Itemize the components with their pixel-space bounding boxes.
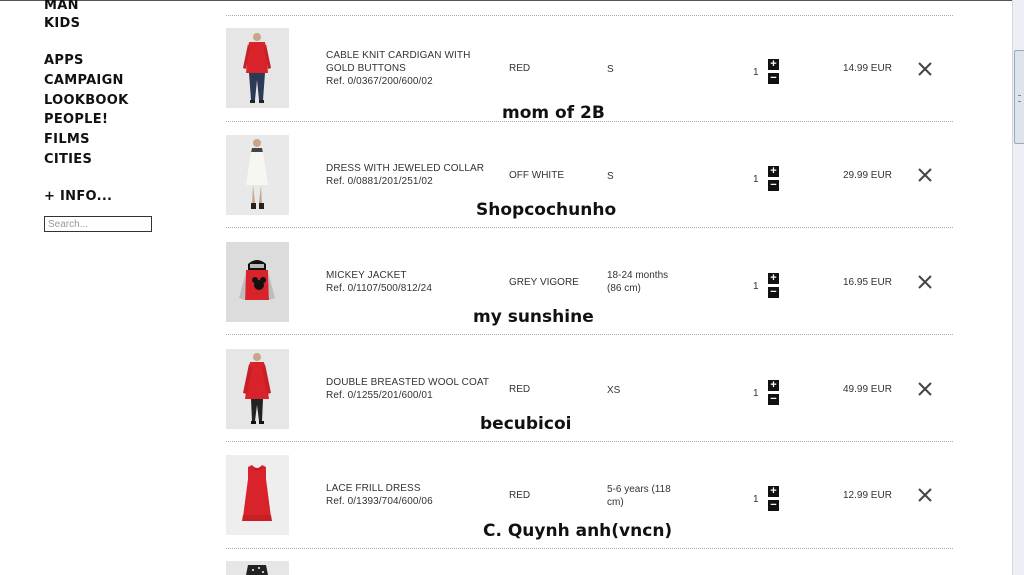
- product-size: S: [607, 171, 614, 182]
- product-color: OFF WHITE: [509, 170, 564, 181]
- product-image[interactable]: [226, 135, 289, 215]
- row-divider: [226, 227, 953, 228]
- product-ref: Ref. 0/0881/201/251/02: [326, 176, 433, 187]
- product-quantity: 1: [753, 494, 759, 505]
- overlay-caption: mom of 2B: [502, 103, 605, 123]
- product-quantity: 1: [753, 67, 759, 78]
- remove-item-button[interactable]: [917, 381, 933, 397]
- product-quantity: 1: [753, 281, 759, 292]
- product-description: DRESS WITH JEWELED COLLAR Ref. 0/0881/20…: [326, 162, 484, 188]
- product-ref: Ref. 0/1255/201/600/01: [326, 390, 433, 401]
- close-icon: [918, 382, 932, 396]
- product-image[interactable]: [226, 242, 289, 322]
- product-ref: Ref. 0/1393/704/600/06: [326, 496, 433, 507]
- quantity-increase-button[interactable]: +: [768, 486, 779, 497]
- quantity-decrease-button[interactable]: −: [768, 394, 779, 405]
- product-price: 14.99 EUR: [843, 63, 892, 74]
- cart-row: DOUBLE BREASTED WOOL COAT Ref. 0/1255/20…: [226, 349, 953, 455]
- overlay-caption: Shopcochunho: [476, 200, 617, 220]
- product-color: RED: [509, 490, 531, 501]
- quantity-increase-button[interactable]: +: [768, 59, 779, 70]
- cart-row: [226, 561, 953, 575]
- quantity-increase-button[interactable]: +: [768, 380, 779, 391]
- cart-row: MICKEY JACKET Ref. 0/1107/500/812/24 GRE…: [226, 242, 953, 348]
- vertical-scrollbar[interactable]: [1012, 0, 1024, 575]
- product-ref: Ref. 0/1107/500/812/24: [326, 283, 432, 294]
- product-color: RED: [509, 63, 531, 74]
- remove-item-button[interactable]: [917, 487, 933, 503]
- cart-row: DRESS WITH JEWELED COLLAR Ref. 0/0881/20…: [226, 135, 953, 241]
- search-input[interactable]: [44, 216, 152, 232]
- row-divider: [226, 334, 953, 335]
- product-size: S: [607, 64, 614, 75]
- quantity-decrease-button[interactable]: −: [768, 500, 779, 511]
- quantity-decrease-button[interactable]: −: [768, 287, 779, 298]
- remove-item-button[interactable]: [917, 61, 933, 77]
- nav-link-lookbook[interactable]: LOOKBOOK: [44, 91, 128, 111]
- product-name: DRESS WITH JEWELED COLLAR: [326, 163, 485, 174]
- close-icon: [918, 168, 932, 182]
- product-description: MICKEY JACKET Ref. 0/1107/500/812/24: [326, 269, 432, 295]
- row-divider: [226, 15, 953, 16]
- product-name: MICKEY JACKET: [326, 270, 407, 281]
- product-color: GREY VIGORE: [509, 277, 579, 288]
- close-icon: [918, 488, 932, 502]
- quantity-decrease-button[interactable]: −: [768, 180, 779, 191]
- nav-link-apps[interactable]: APPS: [44, 51, 128, 71]
- product-image[interactable]: [226, 28, 289, 108]
- quantity-increase-button[interactable]: +: [768, 273, 779, 284]
- product-ref: Ref. 0/0367/200/600/02: [326, 76, 433, 87]
- quantity-decrease-button[interactable]: −: [768, 73, 779, 84]
- product-name: CABLE KNIT CARDIGAN WITH GOLD BUTTONS: [326, 50, 471, 74]
- close-icon: [918, 62, 932, 76]
- quantity-increase-button[interactable]: +: [768, 166, 779, 177]
- product-description: LACE FRILL DRESS Ref. 0/1393/704/600/06: [326, 482, 433, 508]
- nav-secondary-links: APPS CAMPAIGN LOOKBOOK PEOPLE! FILMS CIT…: [44, 51, 128, 170]
- cart-row: LACE FRILL DRESS Ref. 0/1393/704/600/06 …: [226, 455, 953, 561]
- product-color: RED: [509, 384, 531, 395]
- product-size: XS: [607, 385, 621, 396]
- product-image[interactable]: [226, 349, 289, 429]
- product-image[interactable]: [226, 561, 289, 575]
- row-divider: [226, 441, 953, 442]
- overlay-caption: my sunshine: [473, 307, 594, 327]
- product-quantity: 1: [753, 388, 759, 399]
- remove-item-button[interactable]: [917, 274, 933, 290]
- product-price: 29.99 EUR: [843, 170, 892, 181]
- row-divider: [226, 121, 953, 122]
- product-quantity: 1: [753, 174, 759, 185]
- cart-row: CABLE KNIT CARDIGAN WITH GOLD BUTTONS Re…: [226, 28, 953, 134]
- nav-link-cities[interactable]: CITIES: [44, 150, 128, 170]
- nav-link-kids[interactable]: KIDS: [44, 14, 80, 34]
- product-name: LACE FRILL DRESS: [326, 483, 421, 494]
- nav-link-info[interactable]: + INFO...: [44, 187, 112, 207]
- product-price: 12.99 EUR: [843, 490, 892, 501]
- product-size: 18-24 months (86 cm): [607, 270, 669, 294]
- overlay-caption: C. Quynh anh(vncn): [483, 521, 673, 541]
- product-size: 5-6 years (118 cm): [607, 484, 671, 508]
- remove-item-button[interactable]: [917, 167, 933, 183]
- overlay-caption: becubicoi: [480, 414, 572, 434]
- close-icon: [918, 275, 932, 289]
- scrollbar-thumb[interactable]: [1014, 50, 1024, 144]
- top-border: [0, 0, 1012, 1]
- product-name: DOUBLE BREASTED WOOL COAT: [326, 377, 490, 388]
- nav-link-people[interactable]: PEOPLE!: [44, 110, 128, 130]
- product-price: 16.95 EUR: [843, 277, 892, 288]
- product-image[interactable]: [226, 455, 289, 535]
- scrollbar-grip-icon: [1018, 95, 1021, 102]
- row-divider: [226, 548, 953, 549]
- product-description: DOUBLE BREASTED WOOL COAT Ref. 0/1255/20…: [326, 376, 489, 402]
- nav-link-films[interactable]: FILMS: [44, 130, 128, 150]
- product-description: CABLE KNIT CARDIGAN WITH GOLD BUTTONS Re…: [326, 49, 470, 88]
- nav-link-campaign[interactable]: CAMPAIGN: [44, 71, 128, 91]
- product-price: 49.99 EUR: [843, 384, 892, 395]
